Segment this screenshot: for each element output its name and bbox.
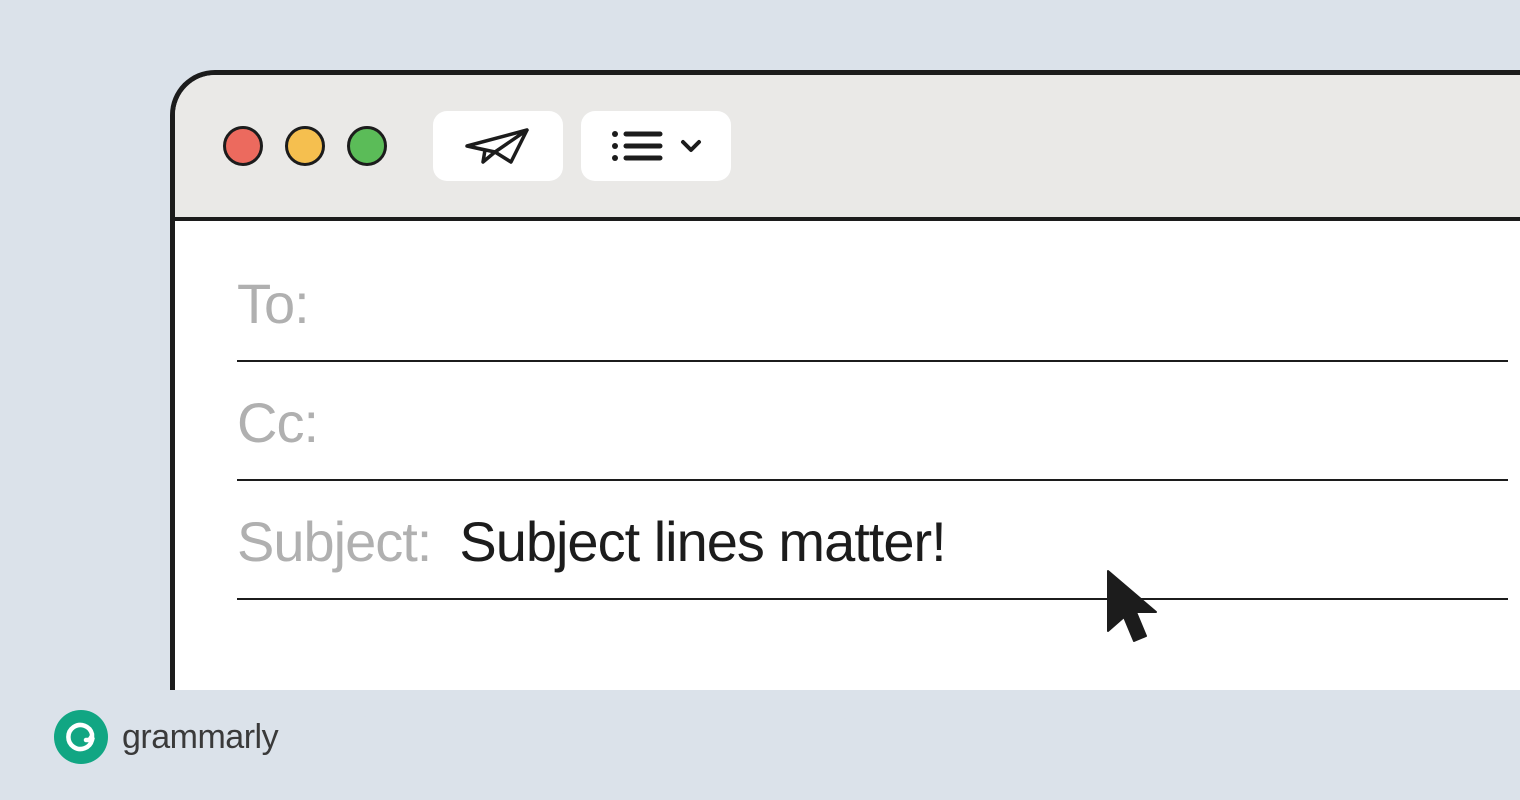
brand-badge: grammarly [54, 710, 278, 764]
subject-label: Subject: [237, 509, 431, 574]
list-icon [610, 127, 664, 165]
send-button[interactable] [433, 111, 563, 181]
grammarly-logo-icon [54, 710, 108, 764]
mouse-cursor-icon [1100, 565, 1172, 660]
cc-field-row[interactable]: Cc: [237, 362, 1508, 481]
minimize-button[interactable] [285, 126, 325, 166]
close-button[interactable] [223, 126, 263, 166]
email-compose-window: To: Cc: Subject: Subject lines matter! [170, 70, 1520, 690]
subject-value: Subject lines matter! [459, 509, 945, 574]
window-controls [223, 126, 387, 166]
brand-name: grammarly [122, 718, 278, 757]
to-label: To: [237, 271, 309, 336]
to-field-row[interactable]: To: [237, 243, 1508, 362]
subject-field-row[interactable]: Subject: Subject lines matter! [237, 481, 1508, 600]
chevron-down-icon [680, 139, 702, 153]
window-toolbar [175, 75, 1520, 221]
format-dropdown-button[interactable] [581, 111, 731, 181]
paper-plane-icon [463, 124, 533, 168]
cc-label: Cc: [237, 390, 318, 455]
email-form: To: Cc: Subject: Subject lines matter! [175, 221, 1520, 600]
maximize-button[interactable] [347, 126, 387, 166]
